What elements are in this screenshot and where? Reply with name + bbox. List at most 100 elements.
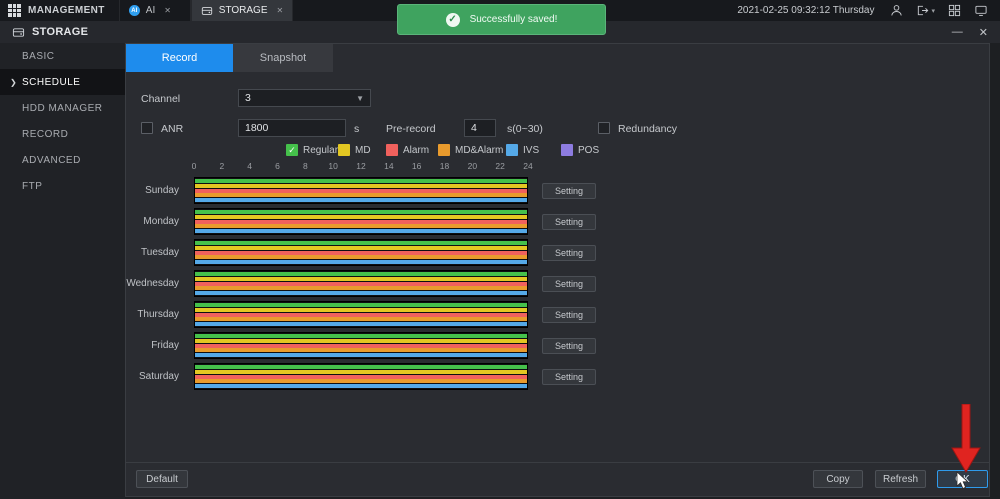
day-label: Thursday bbox=[126, 309, 179, 320]
schedule-stripe bbox=[195, 344, 527, 348]
timeline-tick: 10 bbox=[328, 161, 337, 171]
day-label: Wednesday bbox=[126, 278, 179, 289]
toast-message: Successfully saved! bbox=[470, 14, 558, 25]
timeline-tick: 6 bbox=[275, 161, 280, 171]
tab-record[interactable]: Record bbox=[126, 44, 233, 72]
tab-storage-close-icon[interactable]: ✕ bbox=[277, 6, 284, 15]
setting-button-monday[interactable]: Setting bbox=[542, 214, 596, 230]
legend-checkbox-md-alarm[interactable] bbox=[438, 144, 450, 156]
datetime-label: 2021-02-25 09:32:12 Thursday bbox=[737, 5, 874, 16]
day-label: Friday bbox=[126, 340, 179, 351]
tab-ai[interactable]: AI AI ✕ bbox=[119, 0, 191, 21]
storage-drive-icon bbox=[201, 5, 213, 17]
setting-button-tuesday[interactable]: Setting bbox=[542, 245, 596, 261]
anr-checkbox[interactable] bbox=[141, 122, 153, 134]
legend-label: IVS bbox=[523, 145, 539, 156]
schedule-bar-monday[interactable] bbox=[194, 208, 528, 235]
setting-button-friday[interactable]: Setting bbox=[542, 338, 596, 354]
prerecord-label: Pre-record bbox=[386, 123, 436, 135]
ok-button[interactable]: OK bbox=[937, 470, 988, 488]
copy-button[interactable]: Copy bbox=[813, 470, 863, 488]
schedule-stripe bbox=[195, 308, 527, 312]
tab-ai-close-icon[interactable]: ✕ bbox=[164, 6, 171, 15]
setting-button-saturday[interactable]: Setting bbox=[542, 369, 596, 385]
anr-input[interactable]: 1800 bbox=[238, 119, 346, 137]
legend-checkbox-md[interactable] bbox=[338, 144, 350, 156]
sidebar-item-label: FTP bbox=[22, 181, 42, 192]
legend-alarm[interactable]: Alarm bbox=[386, 144, 429, 156]
schedule-bar-friday[interactable] bbox=[194, 332, 528, 359]
timeline-tick: 20 bbox=[468, 161, 477, 171]
video-wall-icon[interactable] bbox=[948, 4, 961, 17]
legend-label: MD&Alarm bbox=[455, 145, 503, 156]
schedule-row-wednesday: Wednesday Setting bbox=[126, 270, 596, 297]
legend-regular[interactable]: ✓Regular bbox=[286, 144, 338, 156]
schedule-bar-wednesday[interactable] bbox=[194, 270, 528, 297]
schedule-stripe bbox=[195, 220, 527, 224]
sidebar-active-arrow-icon: ❯ bbox=[10, 78, 17, 87]
chevron-down-icon: ▾ bbox=[931, 7, 935, 15]
tab-storage[interactable]: STORAGE ✕ bbox=[191, 0, 293, 21]
sidebar-item-advanced[interactable]: ADVANCED bbox=[0, 147, 125, 173]
schedule-stripe bbox=[195, 260, 527, 264]
apps-grid-icon[interactable] bbox=[8, 4, 21, 17]
setting-button-sunday[interactable]: Setting bbox=[542, 183, 596, 199]
default-button[interactable]: Default bbox=[136, 470, 188, 488]
sidebar-item-schedule[interactable]: ❯ SCHEDULE bbox=[0, 69, 125, 95]
anr-label: ANR bbox=[161, 123, 183, 135]
timeline-tick: 8 bbox=[303, 161, 308, 171]
footer-bar: Default Copy Refresh OK bbox=[126, 462, 989, 496]
legend-checkbox-regular[interactable]: ✓ bbox=[286, 144, 298, 156]
channel-value: 3 bbox=[245, 92, 251, 104]
schedule-bar-sunday[interactable] bbox=[194, 177, 528, 204]
top-bar-brand: MANAGEMENT bbox=[0, 0, 119, 21]
schedule-stripe bbox=[195, 193, 527, 197]
day-label: Saturday bbox=[126, 371, 179, 382]
channel-label: Channel bbox=[141, 93, 180, 105]
schedule-stripe bbox=[195, 286, 527, 290]
dropdown-caret-icon: ▼ bbox=[356, 94, 364, 103]
schedule-stripe bbox=[195, 379, 527, 383]
sidebar-item-label: ADVANCED bbox=[22, 155, 81, 166]
minimize-icon[interactable]: — bbox=[952, 26, 963, 39]
user-icon[interactable] bbox=[890, 4, 903, 17]
channel-select[interactable]: 3 ▼ bbox=[238, 89, 371, 107]
sidebar-item-basic[interactable]: BASIC bbox=[0, 43, 125, 69]
schedule-stripe bbox=[195, 334, 527, 338]
schedule-stripe bbox=[195, 291, 527, 295]
close-icon[interactable]: ✕ bbox=[979, 26, 988, 39]
day-label: Tuesday bbox=[126, 247, 179, 258]
schedule-bar-saturday[interactable] bbox=[194, 363, 528, 390]
legend-checkbox-pos[interactable] bbox=[561, 144, 573, 156]
legend-md[interactable]: MD bbox=[338, 144, 371, 156]
schedule-row-tuesday: Tuesday Setting bbox=[126, 239, 596, 266]
schedule-days: SundaySettingMondaySettingTuesdaySetting… bbox=[126, 177, 596, 394]
legend-checkbox-alarm[interactable] bbox=[386, 144, 398, 156]
schedule-stripe bbox=[195, 282, 527, 286]
schedule-bar-thursday[interactable] bbox=[194, 301, 528, 328]
schedule-row-saturday: Saturday Setting bbox=[126, 363, 596, 390]
prerecord-input[interactable]: 4 bbox=[464, 119, 496, 137]
display-icon[interactable] bbox=[974, 4, 988, 17]
legend-checkbox-ivs[interactable] bbox=[506, 144, 518, 156]
legend-md-alarm[interactable]: MD&Alarm bbox=[438, 144, 503, 156]
setting-button-thursday[interactable]: Setting bbox=[542, 307, 596, 323]
sidebar-item-ftp[interactable]: FTP bbox=[0, 173, 125, 199]
logout-icon[interactable]: ▾ bbox=[916, 4, 935, 17]
redundancy-checkbox[interactable] bbox=[598, 122, 610, 134]
sidebar-item-label: SCHEDULE bbox=[22, 77, 80, 88]
schedule-stripe bbox=[195, 277, 527, 281]
schedule-stripe bbox=[195, 241, 527, 245]
tab-snapshot[interactable]: Snapshot bbox=[233, 44, 333, 72]
storage-window-icon bbox=[12, 26, 25, 39]
schedule-bar-tuesday[interactable] bbox=[194, 239, 528, 266]
tab-ai-label: AI bbox=[146, 5, 155, 16]
setting-button-wednesday[interactable]: Setting bbox=[542, 276, 596, 292]
sidebar-item-hdd-manager[interactable]: HDD MANAGER bbox=[0, 95, 125, 121]
legend-ivs[interactable]: IVS bbox=[506, 144, 539, 156]
schedule-row-sunday: SundaySetting bbox=[126, 177, 596, 204]
schedule-stripe bbox=[195, 303, 527, 307]
sidebar-item-record[interactable]: RECORD bbox=[0, 121, 125, 147]
refresh-button[interactable]: Refresh bbox=[875, 470, 926, 488]
legend-pos[interactable]: POS bbox=[561, 144, 599, 156]
